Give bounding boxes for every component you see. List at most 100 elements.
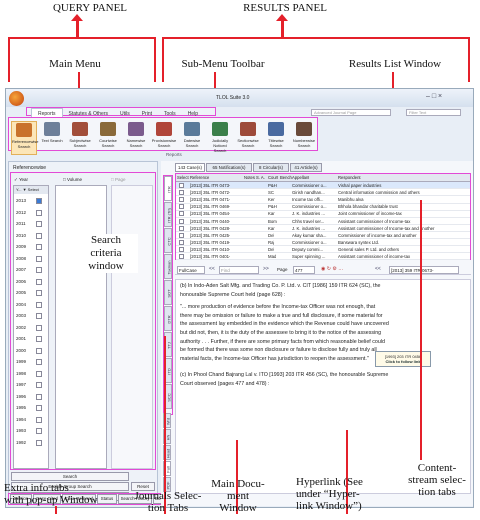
doc-action-icons[interactable]: ◉ ↻ ⚙ … bbox=[321, 266, 343, 272]
journal-tab-1[interactable]: ITR (Tri) bbox=[164, 202, 172, 227]
year-checkbox-18[interactable] bbox=[36, 405, 42, 411]
journal-tab-4[interactable]: SOT bbox=[164, 280, 172, 305]
result-tab-1[interactable]: 65 Notification(s) bbox=[206, 163, 252, 172]
toolbar-button-7[interactable]: Judicially Noticed Search bbox=[207, 121, 233, 155]
year-row[interactable]: 2008 bbox=[14, 254, 48, 266]
row-select-checkbox[interactable] bbox=[179, 183, 184, 188]
search-button[interactable]: Search bbox=[11, 472, 129, 481]
column-header-3[interactable]: S. A. bbox=[256, 174, 265, 182]
year-checkbox-6[interactable] bbox=[36, 267, 42, 273]
year-row[interactable]: 1997 bbox=[14, 380, 48, 392]
year-checkbox-3[interactable] bbox=[36, 232, 42, 239]
window-controls[interactable]: – □ × bbox=[426, 93, 442, 100]
year-row[interactable]: 2002 bbox=[14, 323, 48, 335]
row-select-checkbox[interactable] bbox=[179, 232, 184, 238]
app-logo-icon[interactable] bbox=[9, 91, 24, 106]
doc-view-combo[interactable]: FullCase bbox=[177, 266, 205, 274]
table-row[interactable]: [2013] 35L ITR 0401- Mad Super spinning ..… bbox=[176, 253, 470, 261]
year-row[interactable]: 2003 bbox=[14, 311, 48, 323]
column-header-2[interactable]: Notes bbox=[244, 174, 255, 182]
year-checkbox-13[interactable] bbox=[36, 347, 42, 354]
row-select-checkbox[interactable] bbox=[179, 218, 184, 224]
toolbar-button-0[interactable]: Referencewise Search bbox=[11, 121, 38, 155]
year-row[interactable]: 1995 bbox=[14, 403, 48, 415]
toolbar-button-6[interactable]: Datewise Search bbox=[179, 121, 205, 155]
year-row[interactable]: 1994 bbox=[14, 415, 48, 427]
year-checkbox-14[interactable] bbox=[36, 359, 42, 365]
year-row[interactable]: 2000 bbox=[14, 346, 48, 358]
year-checkbox-11[interactable] bbox=[36, 324, 42, 331]
year-checkbox[interactable]: ✓ Year bbox=[14, 177, 28, 183]
year-checkbox-19[interactable] bbox=[36, 416, 42, 423]
year-checkbox-2[interactable] bbox=[36, 221, 42, 227]
year-row[interactable]: 2004 bbox=[14, 300, 48, 312]
year-checkbox-8[interactable] bbox=[36, 290, 42, 296]
column-header-6[interactable]: Appellant bbox=[292, 174, 309, 182]
year-row[interactable]: 1999 bbox=[14, 357, 48, 369]
journal-tab-3[interactable]: Taxman bbox=[164, 254, 172, 279]
column-header-7[interactable]: Respondent bbox=[338, 174, 361, 182]
year-checkbox-20[interactable] bbox=[36, 428, 42, 434]
row-select-checkbox[interactable] bbox=[179, 239, 184, 245]
year-row[interactable]: 2012 bbox=[14, 208, 48, 220]
row-select-checkbox[interactable] bbox=[179, 190, 184, 196]
journal-tab-0[interactable]: ITR bbox=[164, 176, 172, 201]
journal-tab-2[interactable]: CTC bbox=[164, 228, 172, 253]
toolbar-button-10[interactable]: Numberwise Search bbox=[291, 121, 317, 155]
result-tab-0[interactable]: 143 Case(s) bbox=[175, 163, 205, 172]
toolbar-button-2[interactable]: Subjectwise Search bbox=[67, 121, 93, 155]
year-row[interactable]: 1998 bbox=[14, 369, 48, 381]
year-checkbox-4[interactable] bbox=[36, 244, 42, 250]
page-checkbox[interactable]: □ Page bbox=[111, 177, 125, 182]
year-checkbox-0[interactable] bbox=[36, 198, 42, 204]
year-row[interactable]: 2006 bbox=[14, 277, 48, 289]
row-select-checkbox[interactable] bbox=[179, 204, 184, 210]
prev-citation-icon[interactable]: << bbox=[375, 266, 381, 272]
toolbar-button-4[interactable]: Namewise Search bbox=[123, 121, 149, 155]
year-row[interactable]: 1993 bbox=[14, 426, 48, 438]
row-select-checkbox[interactable] bbox=[179, 197, 184, 203]
year-row[interactable]: 1996 bbox=[14, 392, 48, 404]
toolbar-button-9[interactable]: Titlewise Search bbox=[263, 121, 289, 155]
year-row[interactable]: 1992 bbox=[14, 438, 48, 450]
toolbar-button-8[interactable]: Sectionwise Search bbox=[235, 121, 261, 155]
volume-list[interactable] bbox=[55, 185, 107, 469]
year-row[interactable]: 2013 bbox=[14, 196, 48, 208]
find-input[interactable]: Find bbox=[219, 266, 259, 274]
hyperlink-popup[interactable]: [1993] 203 ITR 0456 Click to follow link bbox=[375, 351, 431, 367]
column-header-4[interactable]: Court bbox=[268, 174, 278, 182]
volume-checkbox[interactable]: □ Volume bbox=[63, 177, 82, 182]
year-checkbox-5[interactable] bbox=[36, 255, 42, 262]
year-row[interactable]: 2005 bbox=[14, 288, 48, 300]
year-checkbox-7[interactable] bbox=[36, 278, 42, 285]
year-row[interactable]: 2011 bbox=[14, 219, 48, 231]
filter-text-input[interactable]: Filter Text bbox=[406, 109, 461, 116]
nav-prev-icon[interactable]: << bbox=[209, 266, 215, 272]
page-number-input[interactable]: 477 bbox=[293, 266, 315, 274]
column-header-0[interactable]: Select bbox=[177, 174, 189, 182]
toolbar-button-5[interactable]: Provisionwise Search bbox=[151, 121, 177, 155]
year-checkbox-10[interactable] bbox=[36, 313, 42, 319]
year-list[interactable]: Y... ▼ Select 2013 2012 2011 2010 2009 2008 20… bbox=[13, 185, 49, 469]
column-header-1[interactable]: Reference bbox=[190, 174, 209, 182]
result-tab-2[interactable]: 8 Circular(s) bbox=[253, 163, 289, 172]
year-row[interactable]: 2001 bbox=[14, 334, 48, 346]
row-select-checkbox[interactable] bbox=[179, 211, 184, 217]
result-tab-3[interactable]: 41 Article(s) bbox=[290, 163, 322, 172]
year-checkbox-12[interactable] bbox=[36, 336, 42, 342]
year-checkbox-17[interactable] bbox=[36, 393, 42, 400]
row-select-checkbox[interactable] bbox=[179, 225, 184, 231]
year-row[interactable]: 2010 bbox=[14, 231, 48, 243]
year-checkbox-21[interactable] bbox=[36, 439, 42, 446]
nav-next-icon[interactable]: >> bbox=[263, 266, 269, 272]
toolbar-button-3[interactable]: Courtwise Search bbox=[95, 121, 121, 155]
page-list[interactable] bbox=[111, 185, 153, 469]
year-checkbox-16[interactable] bbox=[36, 382, 42, 388]
year-checkbox-15[interactable] bbox=[36, 370, 42, 377]
row-select-checkbox[interactable] bbox=[179, 254, 184, 259]
column-header-5[interactable]: Bench bbox=[280, 174, 292, 182]
journal-page-search[interactable]: Advanced Journal Page bbox=[311, 109, 391, 116]
toolbar-button-1[interactable]: Text Search bbox=[39, 121, 65, 155]
year-checkbox-9[interactable] bbox=[36, 301, 42, 308]
year-row[interactable]: 2007 bbox=[14, 265, 48, 277]
